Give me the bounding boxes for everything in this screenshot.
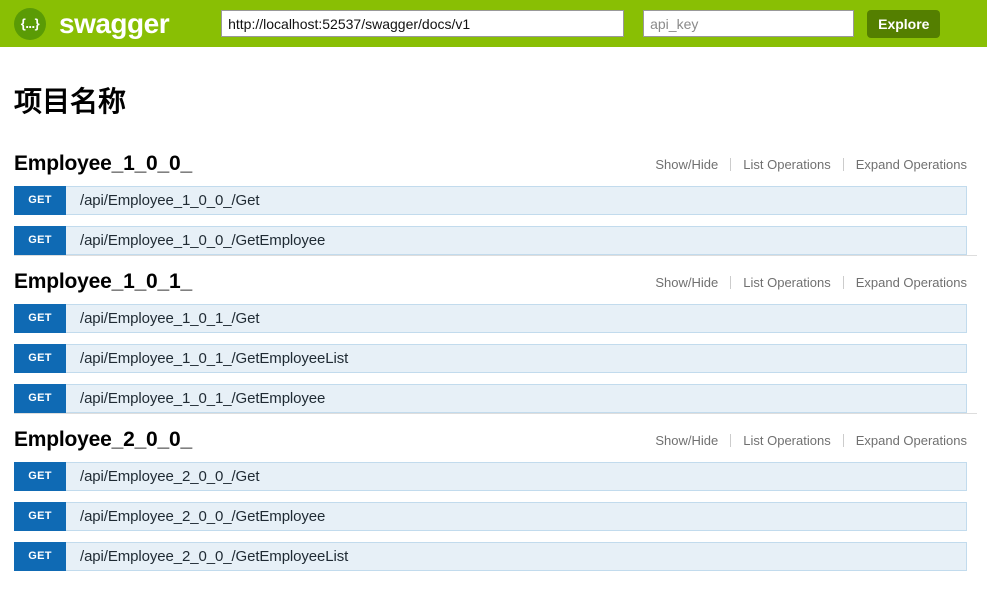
page-content: 项目名称 Employee_1_0_0_ Show/Hide List Operat… <box>0 85 987 571</box>
resource-title[interactable]: Employee_1_0_0_ <box>14 152 192 175</box>
show-hide-link[interactable]: Show/Hide <box>655 433 718 448</box>
options-separator <box>842 433 844 447</box>
http-method-badge: GET <box>14 225 66 255</box>
list-operations-link[interactable]: List Operations <box>743 157 830 172</box>
swagger-brand-label: swagger <box>59 7 170 39</box>
page-title: 项目名称 <box>14 86 127 117</box>
http-method-badge: GET <box>14 303 66 333</box>
endpoint-row[interactable]: GET/api/Employee_2_0_0_/Get <box>14 461 967 491</box>
show-hide-link[interactable]: Show/Hide <box>655 157 718 172</box>
resource-title[interactable]: Employee_1_0_1_ <box>14 270 192 293</box>
base-url-input[interactable] <box>221 10 625 37</box>
endpoint-path: /api/Employee_2_0_0_/Get <box>80 467 260 485</box>
endpoint-list: GET/api/Employee_1_0_0_/Get GET/api/Emplo… <box>14 185 977 255</box>
endpoint-row[interactable]: GET/api/Employee_1_0_1_/GetEmployee <box>14 383 967 413</box>
resource-title[interactable]: Employee_2_0_0_ <box>14 428 192 451</box>
explore-button[interactable]: Explore <box>867 9 941 38</box>
endpoint-list: GET/api/Employee_1_0_1_/Get GET/api/Emplo… <box>14 303 977 413</box>
list-operations-link[interactable]: List Operations <box>743 275 830 290</box>
endpoint-list: GET/api/Employee_2_0_0_/Get GET/api/Emplo… <box>14 461 977 571</box>
http-method-badge: GET <box>14 461 66 491</box>
http-method-badge: GET <box>14 343 66 373</box>
expand-operations-link[interactable]: Expand Operations <box>856 157 967 172</box>
list-operations-link[interactable]: List Operations <box>743 433 830 448</box>
endpoint-row[interactable]: GET/api/Employee_1_0_1_/GetEmployeeList <box>14 343 967 373</box>
swagger-logo-icon: {...} <box>14 7 46 40</box>
resource-header: Employee_2_0_0_ Show/Hide List Operations E… <box>14 428 977 451</box>
resource-options: Show/Hide List Operations Expand Operation… <box>655 275 967 293</box>
api-key-input[interactable] <box>643 10 855 37</box>
endpoint-row[interactable]: GET/api/Employee_2_0_0_/GetEmployeeList <box>14 541 967 571</box>
endpoint-row[interactable]: GET/api/Employee_2_0_0_/GetEmployee <box>14 501 967 531</box>
http-method-badge: GET <box>14 383 66 413</box>
expand-operations-link[interactable]: Expand Operations <box>856 275 967 290</box>
resource-header: Employee_1_0_1_ Show/Hide List Operations E… <box>14 270 977 293</box>
options-separator <box>842 275 844 289</box>
resource-group: Employee_1_0_1_ Show/Hide List Operations E… <box>14 254 977 413</box>
resource-group: Employee_2_0_0_ Show/Hide List Operations E… <box>14 412 977 571</box>
resource-options: Show/Hide List Operations Expand Operation… <box>655 433 967 451</box>
expand-operations-link[interactable]: Expand Operations <box>856 433 967 448</box>
endpoint-path: /api/Employee_1_0_1_/GetEmployee <box>80 389 326 407</box>
show-hide-link[interactable]: Show/Hide <box>655 275 718 290</box>
options-separator <box>730 433 732 447</box>
options-separator <box>842 157 844 171</box>
endpoint-path: /api/Employee_1_0_1_/GetEmployeeList <box>80 349 349 367</box>
endpoint-path: /api/Employee_2_0_0_/GetEmployee <box>80 507 326 525</box>
endpoint-path: /api/Employee_1_0_1_/Get <box>80 309 260 327</box>
resource-group: Employee_1_0_0_ Show/Hide List Operations E… <box>14 152 977 255</box>
endpoint-row[interactable]: GET/api/Employee_1_0_0_/Get <box>14 185 967 215</box>
http-method-badge: GET <box>14 541 66 571</box>
resource-options: Show/Hide List Operations Expand Operation… <box>655 157 967 175</box>
swagger-brand: {...} swagger <box>14 7 170 40</box>
http-method-badge: GET <box>14 185 66 215</box>
options-separator <box>730 275 732 289</box>
endpoint-path: /api/Employee_1_0_0_/Get <box>80 191 260 209</box>
options-separator <box>730 157 732 171</box>
endpoint-path: /api/Employee_1_0_0_/GetEmployee <box>80 231 326 249</box>
endpoint-row[interactable]: GET/api/Employee_1_0_1_/Get <box>14 303 967 333</box>
http-method-badge: GET <box>14 501 66 531</box>
topbar-form: Explore <box>221 9 977 38</box>
resource-header: Employee_1_0_0_ Show/Hide List Operations E… <box>14 152 977 175</box>
endpoint-row[interactable]: GET/api/Employee_1_0_0_/GetEmployee <box>14 225 967 255</box>
resource-list: Employee_1_0_0_ Show/Hide List Operations E… <box>14 152 977 571</box>
endpoint-path: /api/Employee_2_0_0_/GetEmployeeList <box>80 547 349 565</box>
swagger-topbar: {...} swagger Explore <box>0 0 987 47</box>
